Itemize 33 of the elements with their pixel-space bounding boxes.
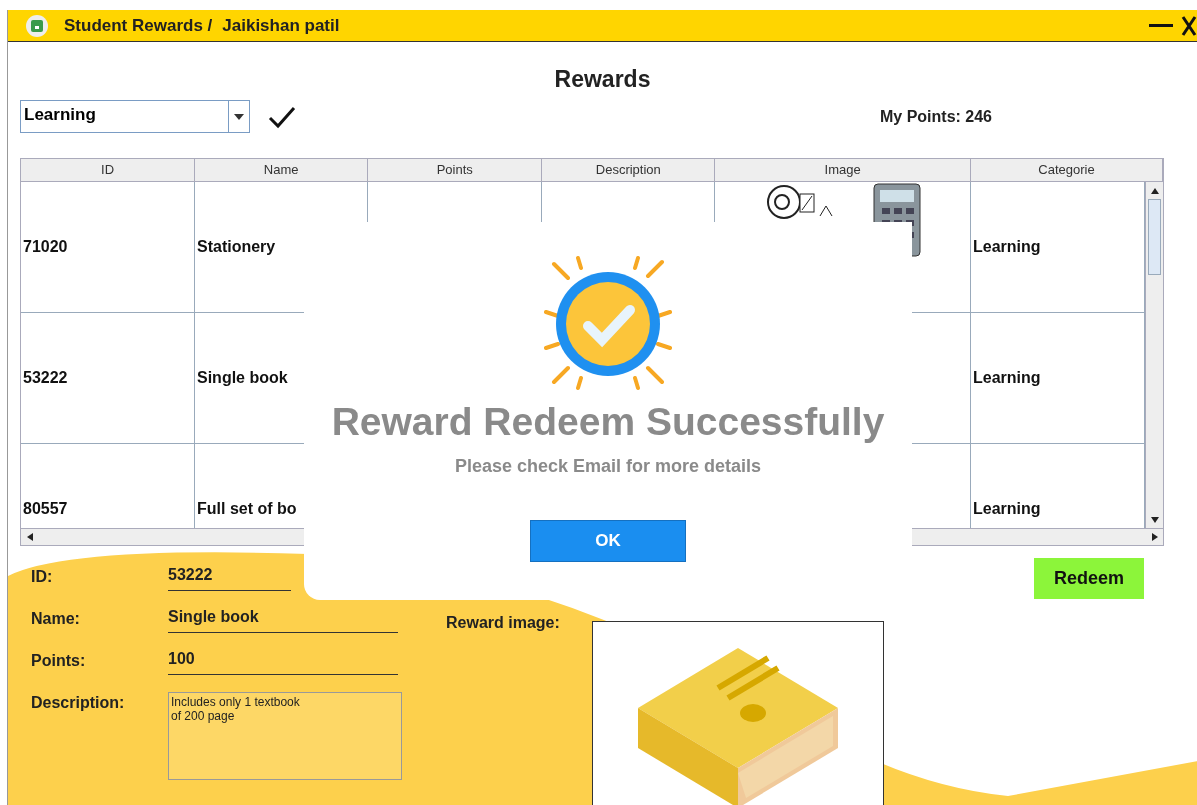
field-label: Name:	[31, 609, 81, 628]
dialog-message: Please check Email for more details	[454, 456, 762, 477]
scroll-thumb[interactable]	[1148, 199, 1161, 275]
field-label: Description:	[31, 693, 126, 712]
page-heading: Rewards	[553, 66, 652, 94]
description-field[interactable]: Includes only 1 textbook of 200 page	[168, 692, 402, 780]
redeem-button[interactable]: Redeem	[1034, 558, 1144, 599]
close-icon[interactable]	[1181, 14, 1197, 37]
column-header[interactable]: Points	[368, 159, 543, 181]
column-header[interactable]: ID	[21, 159, 196, 181]
table-cell: 53222	[21, 313, 195, 443]
vertical-scrollbar[interactable]	[1145, 182, 1163, 528]
column-header[interactable]: Description	[542, 159, 716, 181]
column-header[interactable]: Image	[715, 159, 971, 181]
column-header[interactable]: Categorie	[971, 159, 1163, 181]
input-field[interactable]: 53222	[168, 566, 291, 591]
scroll-down-icon	[1150, 516, 1159, 523]
caret-icon	[234, 113, 244, 120]
field-label: Points:	[31, 651, 87, 670]
scroll-right-icon	[1151, 533, 1158, 541]
user-name: Jaikishan patil	[222, 15, 340, 36]
field-label: ID:	[31, 567, 54, 586]
column-header[interactable]: Name	[195, 159, 369, 181]
table-cell: 71020	[21, 182, 195, 312]
input-field[interactable]: 100	[168, 650, 398, 675]
scroll-left-icon	[26, 533, 33, 541]
scroll-up-icon	[1150, 187, 1159, 194]
points-label: My Points: 246	[879, 107, 992, 126]
input-field[interactable]: Single book	[168, 608, 398, 633]
field-label: Reward image:	[446, 614, 561, 633]
window-title: Student Rewards /	[64, 15, 213, 36]
app-icon	[26, 14, 48, 37]
category-dropdown[interactable]: Learning	[20, 100, 250, 133]
